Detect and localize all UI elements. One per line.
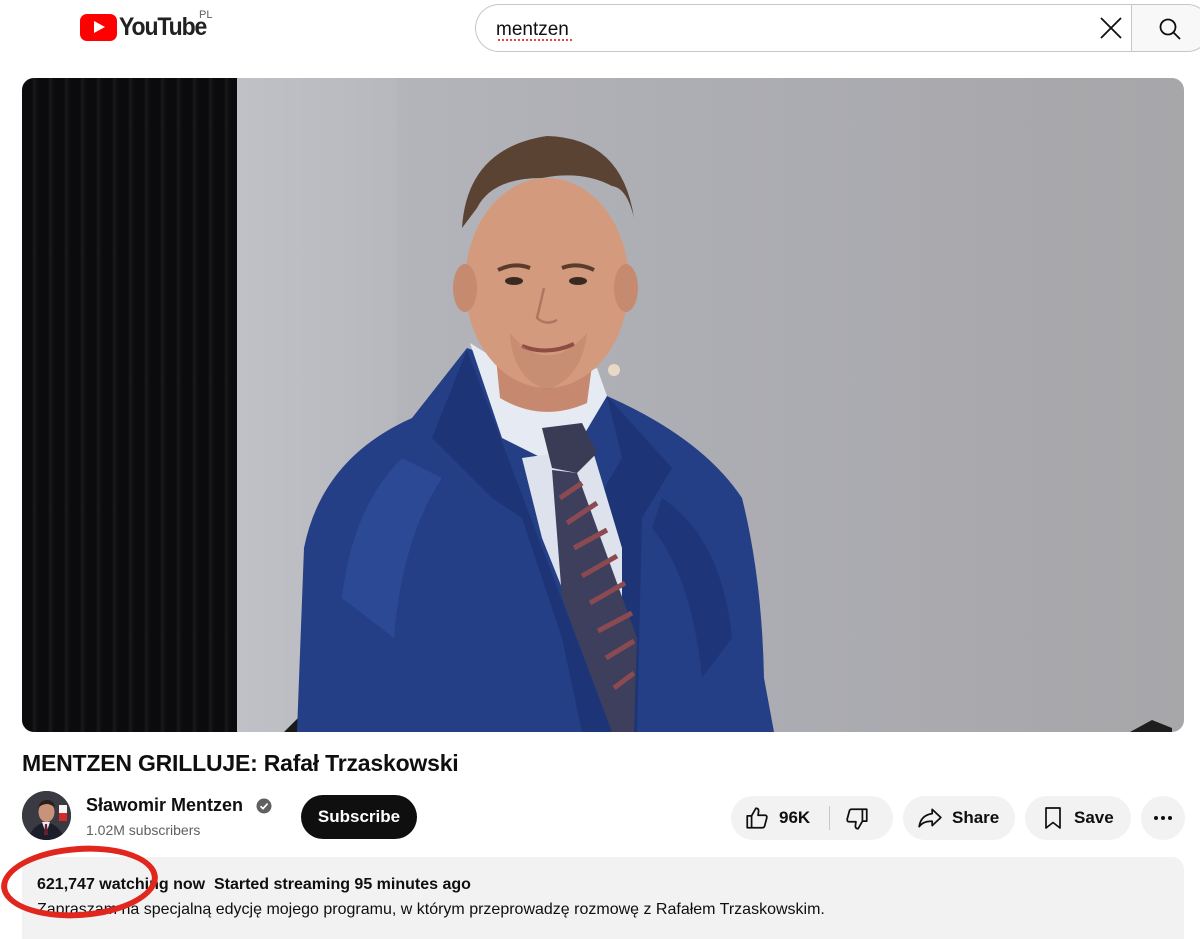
region-code: PL	[199, 9, 213, 21]
description-box[interactable]: 621,747 watching now Started streaming 9…	[22, 857, 1184, 939]
subscriber-count: 1.02M subscribers	[86, 822, 201, 838]
verified-icon	[256, 798, 272, 814]
logo-text: YouTube	[119, 13, 207, 41]
bookmark-icon	[1045, 807, 1061, 829]
search-box	[475, 4, 1132, 52]
like-count: 96K	[779, 808, 811, 827]
share-icon	[918, 808, 942, 828]
search-icon	[1159, 18, 1181, 40]
thumbs-down-icon	[846, 808, 868, 830]
more-horizontal-icon	[1154, 816, 1172, 820]
masthead: YouTube PL	[0, 0, 1200, 60]
avatar-image	[22, 791, 71, 840]
video-title: MENTZEN GRILLUJE: Rafał Trzaskowski	[22, 750, 459, 776]
channel-name[interactable]: Sławomir Mentzen	[86, 795, 243, 816]
video-player[interactable]	[22, 78, 1184, 732]
save-label: Save	[1074, 808, 1114, 827]
description-text: Zapraszam na specjalną edycję mojego pro…	[37, 901, 825, 918]
clear-icon[interactable]	[1099, 16, 1123, 40]
spellcheck-underline	[497, 39, 572, 42]
search-input[interactable]	[496, 18, 1056, 42]
more-actions-button[interactable]	[1141, 796, 1185, 840]
search-button[interactable]	[1131, 4, 1200, 52]
video-frame-person	[284, 136, 1172, 732]
share-label: Share	[952, 808, 1000, 827]
live-stats: 621,747 watching now Started streaming 9…	[37, 876, 471, 893]
thumbs-up-icon	[746, 807, 768, 829]
subscribe-button[interactable]: Subscribe	[301, 795, 417, 839]
youtube-logo[interactable]: YouTube	[80, 13, 214, 42]
like-button[interactable]: 96K	[731, 796, 829, 840]
channel-avatar[interactable]	[22, 791, 71, 840]
share-button[interactable]: Share	[903, 796, 1015, 840]
dislike-button[interactable]	[830, 796, 893, 840]
save-button[interactable]: Save	[1025, 796, 1131, 840]
youtube-play-icon	[80, 14, 117, 41]
like-dislike-group: 96K	[731, 796, 893, 840]
